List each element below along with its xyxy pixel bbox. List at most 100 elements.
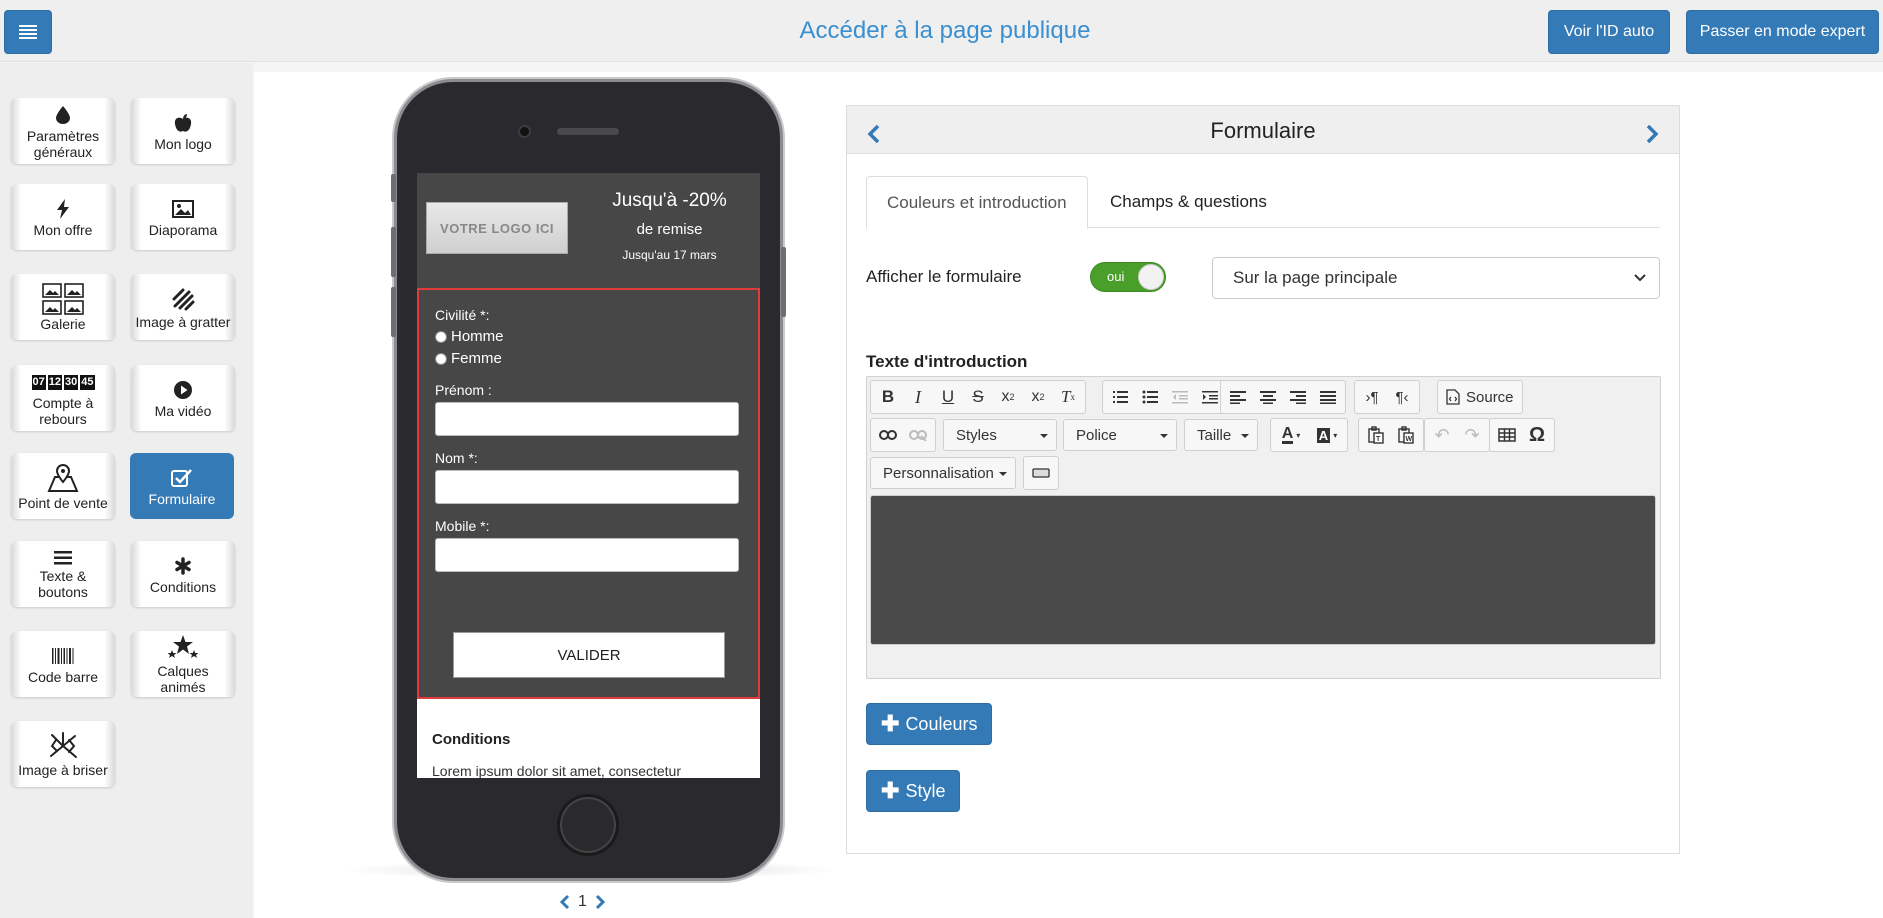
undo-icon[interactable]: ↶ [1428, 421, 1456, 449]
sidebar-item-break-image[interactable]: Image à briser [11, 721, 115, 787]
sidebar-item-barcode[interactable]: Code barre [11, 631, 115, 697]
justify-icon[interactable] [1314, 383, 1342, 411]
table-icon[interactable] [1493, 421, 1521, 449]
sidebar: Paramètres généraux Mon logo Mon offre D… [0, 63, 253, 918]
size-dropdown[interactable]: Taille [1184, 419, 1258, 451]
bold-icon[interactable]: B [874, 383, 902, 411]
paste-word-icon[interactable]: W [1392, 421, 1420, 449]
caret-down-icon [1040, 434, 1048, 438]
submit-button[interactable]: VALIDER [453, 632, 725, 678]
background-color-icon[interactable]: A ▾ [1310, 421, 1344, 449]
sidebar-item-label: Compte à rebours [32, 395, 94, 427]
bullet-list-icon[interactable] [1136, 383, 1164, 411]
sidebar-item-label: Point de vente [18, 495, 108, 511]
add-style-button[interactable]: ✚ Style [866, 770, 961, 812]
sidebar-item-my-video[interactable]: Ma vidéo [131, 365, 235, 431]
sidebar-item-text-buttons[interactable]: Texte & boutons [11, 541, 115, 607]
align-left-icon[interactable] [1224, 383, 1252, 411]
source-label: Source [1466, 388, 1514, 406]
radio-femme[interactable]: Femme [435, 350, 502, 367]
add-style-label: Style [905, 780, 946, 801]
radio-label: Homme [451, 328, 504, 345]
public-page-link[interactable]: Accéder à la page publique [800, 17, 1091, 44]
numbered-list-icon[interactable] [1106, 383, 1134, 411]
personalisation-dropdown[interactable]: Personnalisation [870, 457, 1016, 489]
phone-volume-down [391, 287, 396, 337]
align-center-icon[interactable] [1254, 383, 1282, 411]
tab-fields-questions[interactable]: Champs & questions [1090, 176, 1287, 228]
lines-icon [54, 551, 72, 565]
broken-image-icon [50, 732, 77, 758]
editor-content-area[interactable] [870, 495, 1656, 645]
sidebar-item-slideshow[interactable]: Diaporama [131, 184, 235, 250]
lastname-input[interactable] [435, 470, 739, 504]
show-form-toggle[interactable]: oui [1090, 262, 1166, 292]
font-dropdown[interactable]: Police [1063, 419, 1177, 451]
sidebar-item-conditions[interactable]: Conditions [131, 541, 235, 607]
unlink-icon[interactable] [904, 421, 932, 449]
sidebar-item-animated-layers[interactable]: Calques animés [131, 631, 235, 697]
sidebar-item-label: Paramètres généraux [26, 128, 100, 160]
radio-dot [435, 352, 447, 365]
rtl-icon[interactable]: ¶‹ [1388, 383, 1416, 411]
add-colors-button[interactable]: ✚ Couleurs [866, 703, 993, 745]
firstname-input[interactable] [435, 402, 739, 436]
align-right-icon[interactable] [1284, 383, 1312, 411]
add-colors-label: Couleurs [905, 713, 978, 734]
sidebar-item-general-settings[interactable]: Paramètres généraux [11, 98, 115, 164]
panel-title: Formulaire [1210, 118, 1316, 143]
mobile-input[interactable] [435, 538, 739, 572]
link-icon[interactable] [874, 421, 902, 449]
paste-text-icon[interactable]: T [1362, 421, 1390, 449]
preview-promo-title: Jusqu'à -20% [612, 190, 727, 211]
view-auto-id-button[interactable]: Voir l'ID auto [1548, 10, 1670, 54]
bolt-icon [57, 199, 69, 219]
special-char-icon[interactable]: Ω [1523, 421, 1551, 449]
next-section-button[interactable] [1645, 124, 1659, 144]
outdent-icon[interactable] [1166, 383, 1194, 411]
prev-page-button[interactable] [560, 894, 570, 910]
sidebar-item-label: Conditions [149, 579, 217, 595]
sidebar-item-my-logo[interactable]: Mon logo [131, 98, 235, 164]
gallery-icon [42, 283, 84, 315]
styles-dropdown[interactable]: Styles [943, 419, 1057, 451]
preview-header: VOTRE LOGO ICI Jusqu'à -20% de remise Ju… [417, 173, 760, 288]
text-color-icon[interactable]: A ▾ [1274, 421, 1308, 449]
toolbar-group-history: ↶ ↷ [1424, 418, 1490, 452]
sidebar-item-countdown[interactable]: 07 12 30 45 Compte à rebours [11, 365, 115, 431]
sidebar-item-label: Diaporama [148, 222, 218, 238]
toolbar-group-insert: Ω [1489, 418, 1555, 452]
tab-colors-intro[interactable]: Couleurs et introduction [866, 176, 1088, 229]
strikethrough-icon[interactable]: S [964, 383, 992, 411]
chevron-left-icon [560, 894, 570, 910]
sidebar-item-label: Calques animés [157, 663, 209, 695]
sidebar-item-form[interactable]: Formulaire [130, 453, 234, 519]
next-page-button[interactable] [595, 894, 605, 910]
radio-homme[interactable]: Homme [435, 328, 504, 345]
text-field-icon[interactable] [1027, 459, 1055, 487]
sidebar-item-gallery[interactable]: Galerie [11, 274, 115, 340]
sidebar-item-scratch-image[interactable]: Image à gratter [131, 274, 235, 340]
source-button[interactable]: Source [1437, 380, 1523, 414]
menu-toggle-button[interactable] [4, 10, 52, 54]
italic-icon[interactable]: I [904, 383, 932, 411]
sidebar-item-label: Code barre [27, 669, 99, 685]
civility-label: Civilité *: [435, 307, 490, 323]
preview-promo-subtitle: de remise [636, 221, 703, 238]
subscript-icon[interactable]: x2 [994, 383, 1022, 411]
form-location-select[interactable]: Sur la page principale [1212, 257, 1660, 299]
toolbar-group-paste: T W [1358, 418, 1424, 452]
sidebar-item-point-of-sale[interactable]: Point de vente [11, 453, 115, 519]
expert-mode-button[interactable]: Passer en mode expert [1686, 10, 1879, 54]
phone-speaker [557, 128, 619, 135]
sidebar-item-my-offer[interactable]: Mon offre [11, 184, 115, 250]
ltr-icon[interactable]: ›¶ [1358, 383, 1386, 411]
styles-dropdown-label: Styles [956, 426, 997, 444]
countdown-digit: 07 [31, 374, 46, 390]
underline-icon[interactable]: U [934, 383, 962, 411]
redo-icon[interactable]: ↷ [1458, 421, 1486, 449]
superscript-icon[interactable]: x2 [1024, 383, 1052, 411]
preview-logo-placeholder[interactable]: VOTRE LOGO ICI [426, 202, 568, 254]
remove-format-icon[interactable]: Tx [1054, 383, 1082, 411]
preview-form[interactable]: Civilité *: Homme Femme Prénom : Nom *: … [417, 288, 760, 699]
